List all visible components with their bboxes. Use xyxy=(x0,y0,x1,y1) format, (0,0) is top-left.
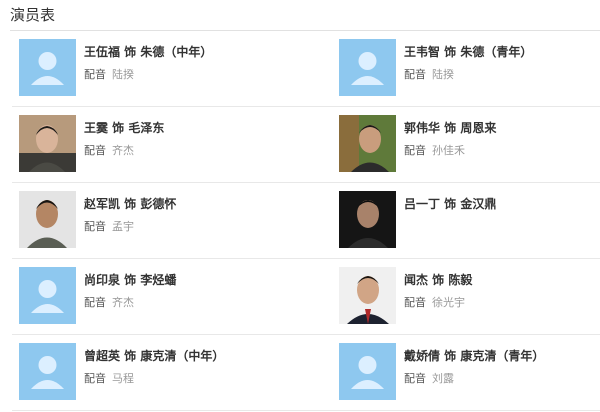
cast-row: 王伍福 饰 朱德（中年） 配音 陆揆 王韦智 饰 朱德（青年） 配音 陆揆 xyxy=(12,31,600,107)
cast-item[interactable]: 王韦智 饰 朱德（青年） 配音 陆揆 xyxy=(339,39,600,97)
cast-item[interactable]: 王伍福 饰 朱德（中年） 配音 陆揆 xyxy=(19,39,309,97)
cast-item[interactable]: 闻杰 饰 陈毅 配音 徐光宇 xyxy=(339,267,600,325)
voice-label: 配音 xyxy=(84,372,106,385)
voice-actor-line: 配音 孙佳禾 xyxy=(404,142,465,158)
voice-actor-line: 配音 孟宇 xyxy=(84,218,134,234)
voice-actor-name[interactable]: 马程 xyxy=(112,372,134,385)
actor-role-name[interactable]: 王伍福 饰 朱德（中年） xyxy=(84,43,212,60)
voice-label: 配音 xyxy=(404,296,426,309)
section-title: 演员表 xyxy=(10,6,56,24)
actor-role-name[interactable]: 王霙 饰 毛泽东 xyxy=(84,119,164,136)
actor-role-name[interactable]: 尚印泉 饰 李烃蟠 xyxy=(84,271,176,288)
placeholder-avatar-icon xyxy=(19,39,76,96)
voice-actor-name[interactable]: 刘露 xyxy=(432,372,454,385)
placeholder-avatar-icon xyxy=(339,343,396,400)
voice-actor-line: 配音 齐杰 xyxy=(84,294,134,310)
actor-photo[interactable] xyxy=(339,191,396,248)
voice-actor-name[interactable]: 陆揆 xyxy=(432,68,454,81)
voice-actor-name[interactable]: 孙佳禾 xyxy=(432,144,465,157)
cast-item[interactable]: 尚印泉 饰 李烃蟠 配音 齐杰 xyxy=(19,267,309,325)
voice-actor-line: 配音 刘露 xyxy=(404,370,454,386)
voice-label: 配音 xyxy=(84,296,106,309)
cast-item[interactable]: 郭伟华 饰 周恩来 配音 孙佳禾 xyxy=(339,115,600,173)
cast-row: 尚印泉 饰 李烃蟠 配音 齐杰 闻杰 饰 陈毅 配音 徐光宇 xyxy=(12,259,600,335)
actor-photo[interactable] xyxy=(339,115,396,172)
voice-actor-line: 配音 徐光宇 xyxy=(404,294,465,310)
voice-label: 配音 xyxy=(404,372,426,385)
voice-actor-line: 配音 陆揆 xyxy=(404,66,454,82)
actor-photo[interactable] xyxy=(19,191,76,248)
actor-photo[interactable] xyxy=(19,115,76,172)
voice-actor-line: 配音 陆揆 xyxy=(84,66,134,82)
actor-role-name[interactable]: 戴娇倩 饰 康克清（青年） xyxy=(404,347,544,364)
cast-item[interactable]: 曾超英 饰 康克清（中年） 配音 马程 xyxy=(19,343,309,401)
actor-role-name[interactable]: 吕一丁 饰 金汉鼎 xyxy=(404,195,496,212)
voice-actor-line: 配音 齐杰 xyxy=(84,142,134,158)
cast-row: 曾超英 饰 康克清（中年） 配音 马程 戴娇倩 饰 康克清（青年） 配音 刘露 xyxy=(12,335,600,411)
voice-label: 配音 xyxy=(84,220,106,233)
actor-role-name[interactable]: 闻杰 饰 陈毅 xyxy=(404,271,472,288)
cast-item[interactable]: 王霙 饰 毛泽东 配音 齐杰 xyxy=(19,115,309,173)
actor-role-name[interactable]: 赵军凯 饰 彭德怀 xyxy=(84,195,176,212)
actor-role-name[interactable]: 郭伟华 饰 周恩来 xyxy=(404,119,496,136)
voice-label: 配音 xyxy=(84,144,106,157)
cast-item[interactable]: 赵军凯 饰 彭德怀 配音 孟宇 xyxy=(19,191,309,249)
placeholder-avatar-icon xyxy=(19,267,76,324)
voice-actor-name[interactable]: 孟宇 xyxy=(112,220,134,233)
voice-actor-name[interactable]: 徐光宇 xyxy=(432,296,465,309)
section-header: 演员表 xyxy=(10,4,600,31)
actor-photo[interactable] xyxy=(339,267,396,324)
voice-actor-name[interactable]: 齐杰 xyxy=(112,144,134,157)
actor-role-name[interactable]: 王韦智 饰 朱德（青年） xyxy=(404,43,532,60)
actor-role-name[interactable]: 曾超英 饰 康克清（中年） xyxy=(84,347,224,364)
cast-row: 王霙 饰 毛泽东 配音 齐杰 郭伟华 饰 周恩来 配音 孙佳禾 xyxy=(12,107,600,183)
voice-label: 配音 xyxy=(404,144,426,157)
voice-actor-name[interactable]: 齐杰 xyxy=(112,296,134,309)
cast-item[interactable]: 戴娇倩 饰 康克清（青年） 配音 刘露 xyxy=(339,343,600,401)
voice-actor-line xyxy=(404,218,410,231)
placeholder-avatar-icon xyxy=(19,343,76,400)
voice-actor-name[interactable]: 陆揆 xyxy=(112,68,134,81)
cast-item[interactable]: 吕一丁 饰 金汉鼎 xyxy=(339,191,600,249)
voice-actor-line: 配音 马程 xyxy=(84,370,134,386)
placeholder-avatar-icon xyxy=(339,39,396,96)
cast-list: 王伍福 饰 朱德（中年） 配音 陆揆 王韦智 饰 朱德（青年） 配音 陆揆 王霙 饰… xyxy=(12,31,600,411)
voice-label: 配音 xyxy=(84,68,106,81)
voice-label: 配音 xyxy=(404,68,426,81)
cast-row: 赵军凯 饰 彭德怀 配音 孟宇 吕一丁 饰 金汉鼎 xyxy=(12,183,600,259)
